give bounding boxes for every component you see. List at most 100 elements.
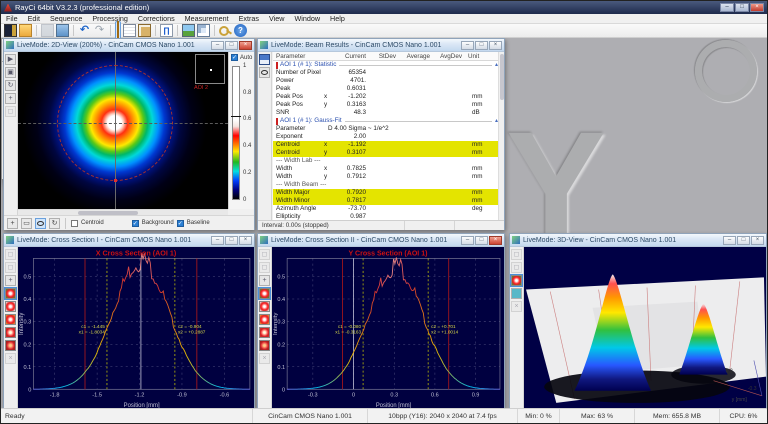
reset-view-icon[interactable]: ↻	[49, 218, 60, 229]
delete-icon[interactable]: ×	[5, 353, 16, 364]
palette-thumb-red[interactable]	[5, 327, 16, 338]
zoom-tool-icon[interactable]: ◻	[5, 106, 16, 117]
column-header[interactable]: StDev	[366, 52, 396, 60]
3d-view-titlebar[interactable]: LiveMode: 3D-View - CinCam CMOS Nano 1.0…	[510, 234, 766, 247]
refresh-icon[interactable]: ↻	[5, 80, 16, 91]
palette-thumb-white[interactable]	[5, 301, 16, 312]
y-cross-minimize-button[interactable]: –	[461, 236, 474, 245]
results-close-button[interactable]: ×	[489, 41, 502, 50]
open-file-icon[interactable]	[19, 24, 32, 37]
menu-item-edit[interactable]: Edit	[23, 14, 45, 23]
app-minimize-button[interactable]: –	[720, 3, 734, 12]
baseline-checkbox[interactable]: ✓	[177, 220, 184, 227]
results-section-header[interactable]: AOI 1 (# 1): Gauss-Fit▴	[273, 117, 498, 125]
menu-item-measurement[interactable]: Measurement	[180, 14, 234, 23]
menu-item-file[interactable]: File	[1, 14, 23, 23]
menu-item-sequence[interactable]: Sequence	[45, 14, 87, 23]
license-key-icon[interactable]	[219, 24, 232, 37]
save-icon[interactable]	[41, 24, 54, 37]
results-row[interactable]: Number of Pixel65354	[273, 69, 498, 77]
app-maximize-button[interactable]: □	[735, 3, 749, 12]
export-display-icon[interactable]	[56, 24, 69, 37]
pan-tool-icon[interactable]: +	[259, 275, 270, 286]
results-row[interactable]: Centroidx-1.192mm	[273, 141, 498, 149]
palette-thumb-dark[interactable]	[259, 340, 270, 351]
save-profile-icon[interactable]: ◻	[259, 249, 270, 260]
palette-thumb-orange[interactable]	[5, 314, 16, 325]
media-sequence-icon[interactable]	[4, 24, 17, 37]
2d-minimize-button[interactable]: –	[211, 41, 224, 50]
delete-icon[interactable]: ×	[259, 353, 270, 364]
layers-icon[interactable]: ▣	[5, 67, 16, 78]
palette-thumb-green[interactable]	[5, 288, 16, 299]
copy-view-icon[interactable]: ◻	[511, 262, 522, 273]
beam-2d-canvas[interactable]: AOI 2	[18, 52, 228, 209]
surface-mode-icon[interactable]	[511, 288, 522, 299]
column-header[interactable]: Current	[334, 52, 366, 60]
background-checkbox[interactable]: ✓	[132, 220, 139, 227]
2d-view-titlebar[interactable]: LiveMode: 2D-View (200%) - CinCam CMOS N…	[4, 39, 254, 52]
3d-surface-plot[interactable]: 0.2 -0.3 y [mm]	[524, 247, 766, 408]
pan-tool-icon[interactable]: +	[5, 275, 16, 286]
results-section-header[interactable]: AOI 1 (# 1): Statistic▴	[273, 61, 498, 69]
column-header[interactable]: Average	[396, 52, 430, 60]
results-minimize-button[interactable]: –	[461, 41, 474, 50]
x-cross-minimize-button[interactable]: –	[211, 236, 224, 245]
palette-thumb-green[interactable]	[511, 275, 522, 286]
centroid-checkbox[interactable]	[71, 220, 78, 227]
results-row[interactable]: Peak0.6031	[273, 85, 498, 93]
3d-maximize-button[interactable]: □	[737, 236, 750, 245]
delete-icon[interactable]: ×	[511, 301, 522, 312]
results-row[interactable]: Peak Posy0.3163mm	[273, 101, 498, 109]
ellipse-tool-icon[interactable]	[35, 218, 46, 229]
y-cross-close-button[interactable]: ×	[489, 236, 502, 245]
undo-icon[interactable]: ↶	[78, 24, 91, 37]
results-row[interactable]: Centroidy0.3107mm	[273, 149, 498, 157]
palette-thumb-red[interactable]	[259, 327, 270, 338]
y-cross-titlebar[interactable]: LiveMode: Cross Section II - CinCam CMOS…	[258, 234, 504, 247]
move-tool-icon[interactable]: +	[7, 218, 18, 229]
results-maximize-button[interactable]: □	[475, 41, 488, 50]
column-header[interactable]: Parameter	[276, 52, 324, 60]
palette-thumb-green[interactable]	[259, 288, 270, 299]
y-cross-section-plot[interactable]: -0.300.30.60.900.10.20.30.40.5c1 = -0.08…	[272, 247, 504, 408]
palette-thumb-white[interactable]	[259, 301, 270, 312]
results-row[interactable]: Exponent2.00	[273, 133, 498, 141]
copy-profile-icon[interactable]: ◻	[259, 262, 270, 273]
results-row[interactable]: Power4701.	[273, 77, 498, 85]
results-row[interactable]: Peak Posx-1.202mm	[273, 93, 498, 101]
beam-3d-canvas[interactable]: 0.2 -0.3 y [mm]	[524, 247, 766, 408]
scrollbar-thumb[interactable]	[500, 54, 504, 100]
palette-thumb-dark[interactable]	[5, 340, 16, 351]
results-row[interactable]: Ellipticity0.987	[273, 213, 498, 220]
results-row[interactable]: SNR48.3dB	[273, 109, 498, 117]
app-close-button[interactable]: ×	[750, 3, 764, 12]
pan-tool-icon[interactable]: +	[5, 93, 16, 104]
menu-item-processing[interactable]: Processing	[87, 14, 133, 23]
aoi-box[interactable]	[195, 54, 225, 84]
image-gallery-icon[interactable]	[182, 24, 195, 37]
save-profile-icon[interactable]: ◻	[5, 249, 16, 260]
results-scrollbar[interactable]	[498, 52, 504, 220]
results-row[interactable]: ParameterD 4.00 Sigma ~ 1/e^2	[273, 125, 498, 133]
profile-step-icon[interactable]: ∏	[160, 24, 173, 37]
column-header[interactable]: Unit	[468, 52, 479, 60]
y-cross-maximize-button[interactable]: □	[475, 236, 488, 245]
paste-icon[interactable]	[138, 24, 151, 37]
rectangle-tool-icon[interactable]: ▭	[21, 218, 32, 229]
results-row[interactable]: Azimuth Angle-73.70deg	[273, 205, 498, 213]
results-row[interactable]: Width Minor0.7817mm	[273, 197, 498, 205]
results-row[interactable]: Widthy0.7912mm	[273, 173, 498, 181]
visibility-eye-icon[interactable]	[259, 67, 270, 78]
auto-scale-checkbox[interactable]: ✓	[231, 54, 238, 61]
3d-close-button[interactable]: ×	[751, 236, 764, 245]
menu-item-extras[interactable]: Extras	[234, 14, 264, 23]
help-icon[interactable]: ?	[234, 24, 247, 37]
x-cross-maximize-button[interactable]: □	[225, 236, 238, 245]
column-header[interactable]: AvgDev	[430, 52, 462, 60]
copy-profile-icon[interactable]: ◻	[5, 262, 16, 273]
menu-item-corrections[interactable]: Corrections	[133, 14, 180, 23]
copy-report-icon[interactable]	[123, 24, 136, 37]
menu-item-view[interactable]: View	[264, 14, 289, 23]
results-row[interactable]: Widthx0.7825mm	[273, 165, 498, 173]
